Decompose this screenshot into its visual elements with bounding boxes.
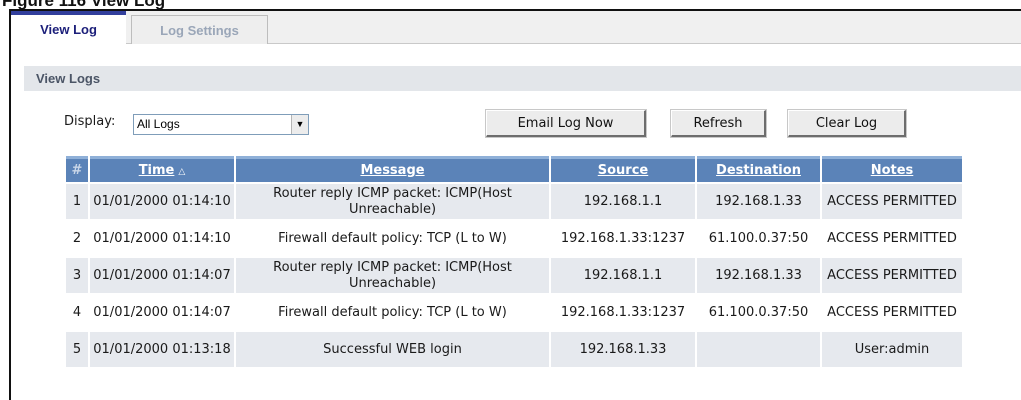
column-header-number: # <box>66 156 88 182</box>
row-notes: ACCESS PERMITTED <box>822 258 962 293</box>
display-select-value: All Logs <box>137 117 180 131</box>
column-header-notes[interactable]: Notes <box>822 156 962 182</box>
row-message: Firewall default policy: TCP (L to W) <box>236 295 549 330</box>
row-source: 192.168.1.33:1237 <box>551 295 695 330</box>
column-header-destination-label[interactable]: Destination <box>716 163 801 178</box>
tab-log-settings[interactable]: Log Settings <box>131 15 268 44</box>
row-notes: ACCESS PERMITTED <box>822 184 962 219</box>
row-notes: ACCESS PERMITTED <box>822 221 962 256</box>
table-header-row: # Time △ Message Source Destination Notes <box>66 156 962 182</box>
row-number: 4 <box>66 295 88 330</box>
row-time: 01/01/2000 01:14:07 <box>90 295 234 330</box>
row-destination <box>697 332 820 367</box>
table-row: 1 01/01/2000 01:14:10 Router reply ICMP … <box>66 184 962 219</box>
clear-log-button[interactable]: Clear Log <box>787 109 907 138</box>
column-header-message-label[interactable]: Message <box>360 163 424 178</box>
table-row: 3 01/01/2000 01:14:07 Router reply ICMP … <box>66 258 962 293</box>
tab-view-log[interactable]: View Log <box>11 11 126 44</box>
email-log-now-button[interactable]: Email Log Now <box>485 109 647 138</box>
tab-bar: View Log Log Settings <box>11 11 1021 44</box>
column-header-source[interactable]: Source <box>551 156 695 182</box>
row-message: Successful WEB login <box>236 332 549 367</box>
row-source: 192.168.1.33 <box>551 332 695 367</box>
column-header-notes-label[interactable]: Notes <box>871 163 914 178</box>
row-time: 01/01/2000 01:13:18 <box>90 332 234 367</box>
row-notes: User:admin <box>822 332 962 367</box>
column-header-destination[interactable]: Destination <box>697 156 820 182</box>
refresh-button[interactable]: Refresh <box>670 109 767 138</box>
row-source: 192.168.1.33:1237 <box>551 221 695 256</box>
row-time: 01/01/2000 01:14:10 <box>90 221 234 256</box>
column-header-message[interactable]: Message <box>236 156 549 182</box>
display-select[interactable]: All Logs ▼ <box>133 114 309 135</box>
row-message: Firewall default policy: TCP (L to W) <box>236 221 549 256</box>
table-row: 4 01/01/2000 01:14:07 Firewall default p… <box>66 295 962 330</box>
row-destination: 61.100.0.37:50 <box>697 295 820 330</box>
sort-ascending-icon: △ <box>178 167 186 177</box>
row-destination: 192.168.1.33 <box>697 258 820 293</box>
row-source: 192.168.1.1 <box>551 258 695 293</box>
row-number: 1 <box>66 184 88 219</box>
log-panel: View Log Log Settings View Logs Display:… <box>9 9 1021 400</box>
chevron-down-icon[interactable]: ▼ <box>291 115 308 134</box>
row-number: 2 <box>66 221 88 256</box>
log-table: # Time △ Message Source Destination Notes… <box>64 154 964 369</box>
column-header-time-label[interactable]: Time <box>139 163 175 178</box>
row-number: 3 <box>66 258 88 293</box>
column-header-source-label[interactable]: Source <box>598 163 648 178</box>
row-message: Router reply ICMP packet: ICMP(Host Unre… <box>236 184 549 219</box>
row-source: 192.168.1.1 <box>551 184 695 219</box>
table-row: 5 01/01/2000 01:13:18 Successful WEB log… <box>66 332 962 367</box>
table-row: 2 01/01/2000 01:14:10 Firewall default p… <box>66 221 962 256</box>
row-time: 01/01/2000 01:14:10 <box>90 184 234 219</box>
row-notes: ACCESS PERMITTED <box>822 295 962 330</box>
row-destination: 192.168.1.33 <box>697 184 820 219</box>
row-number: 5 <box>66 332 88 367</box>
section-title: View Logs <box>24 66 1021 91</box>
row-message: Router reply ICMP packet: ICMP(Host Unre… <box>236 258 549 293</box>
display-label: Display: <box>64 114 116 129</box>
column-header-time[interactable]: Time △ <box>90 156 234 182</box>
row-destination: 61.100.0.37:50 <box>697 221 820 256</box>
row-time: 01/01/2000 01:14:07 <box>90 258 234 293</box>
